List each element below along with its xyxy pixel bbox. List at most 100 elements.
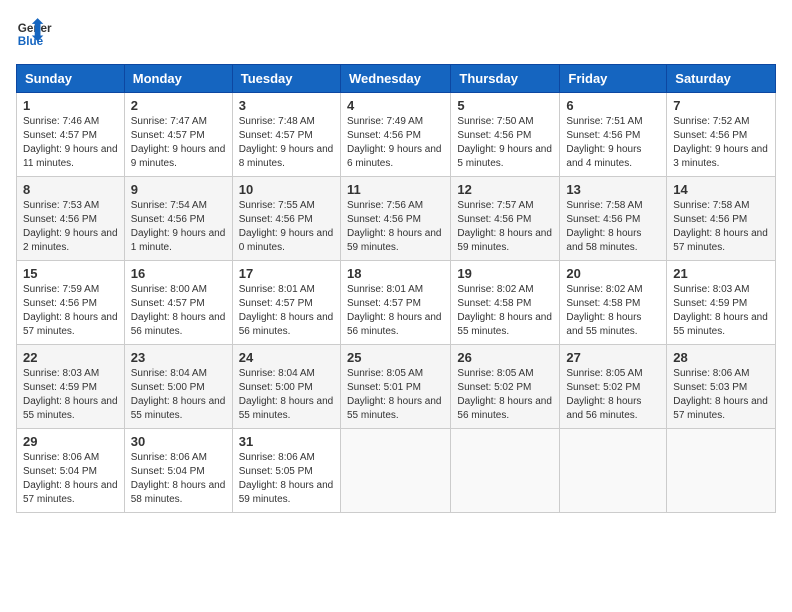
- day-number: 29: [23, 434, 118, 449]
- day-cell: [340, 429, 450, 513]
- day-cell: 26 Sunrise: 8:05 AM Sunset: 5:02 PM Dayl…: [451, 345, 560, 429]
- day-number: 10: [239, 182, 334, 197]
- day-info: Sunrise: 8:04 AM Sunset: 5:00 PM Dayligh…: [239, 367, 334, 423]
- day-info: Sunrise: 8:06 AM Sunset: 5:05 PM Dayligh…: [239, 451, 334, 507]
- day-cell: 18 Sunrise: 8:01 AM Sunset: 4:57 PM Dayl…: [340, 261, 450, 345]
- day-cell: 4 Sunrise: 7:49 AM Sunset: 4:56 PM Dayli…: [340, 93, 450, 177]
- day-info: Sunrise: 7:58 AM Sunset: 4:56 PM Dayligh…: [673, 199, 769, 255]
- day-cell: 12 Sunrise: 7:57 AM Sunset: 4:56 PM Dayl…: [451, 177, 560, 261]
- day-number: 17: [239, 266, 334, 281]
- weekday-header-friday: Friday: [560, 65, 667, 93]
- week-row-1: 1 Sunrise: 7:46 AM Sunset: 4:57 PM Dayli…: [17, 93, 776, 177]
- day-cell: 10 Sunrise: 7:55 AM Sunset: 4:56 PM Dayl…: [232, 177, 340, 261]
- weekday-header-tuesday: Tuesday: [232, 65, 340, 93]
- day-cell: [451, 429, 560, 513]
- day-info: Sunrise: 8:04 AM Sunset: 5:00 PM Dayligh…: [131, 367, 226, 423]
- day-info: Sunrise: 7:51 AM Sunset: 4:56 PM Dayligh…: [566, 115, 660, 171]
- day-cell: 5 Sunrise: 7:50 AM Sunset: 4:56 PM Dayli…: [451, 93, 560, 177]
- day-info: Sunrise: 8:02 AM Sunset: 4:58 PM Dayligh…: [566, 283, 660, 339]
- day-number: 20: [566, 266, 660, 281]
- day-info: Sunrise: 7:56 AM Sunset: 4:56 PM Dayligh…: [347, 199, 444, 255]
- day-number: 28: [673, 350, 769, 365]
- day-number: 14: [673, 182, 769, 197]
- weekday-header-thursday: Thursday: [451, 65, 560, 93]
- day-info: Sunrise: 7:46 AM Sunset: 4:57 PM Dayligh…: [23, 115, 118, 171]
- day-number: 23: [131, 350, 226, 365]
- day-number: 31: [239, 434, 334, 449]
- day-number: 16: [131, 266, 226, 281]
- day-cell: 13 Sunrise: 7:58 AM Sunset: 4:56 PM Dayl…: [560, 177, 667, 261]
- day-number: 7: [673, 98, 769, 113]
- day-info: Sunrise: 8:06 AM Sunset: 5:03 PM Dayligh…: [673, 367, 769, 423]
- day-number: 4: [347, 98, 444, 113]
- day-number: 26: [457, 350, 553, 365]
- day-cell: 16 Sunrise: 8:00 AM Sunset: 4:57 PM Dayl…: [124, 261, 232, 345]
- week-row-3: 15 Sunrise: 7:59 AM Sunset: 4:56 PM Dayl…: [17, 261, 776, 345]
- day-cell: [667, 429, 776, 513]
- day-cell: 29 Sunrise: 8:06 AM Sunset: 5:04 PM Dayl…: [17, 429, 125, 513]
- day-cell: 6 Sunrise: 7:51 AM Sunset: 4:56 PM Dayli…: [560, 93, 667, 177]
- day-number: 30: [131, 434, 226, 449]
- day-cell: 1 Sunrise: 7:46 AM Sunset: 4:57 PM Dayli…: [17, 93, 125, 177]
- day-info: Sunrise: 8:02 AM Sunset: 4:58 PM Dayligh…: [457, 283, 553, 339]
- day-info: Sunrise: 7:59 AM Sunset: 4:56 PM Dayligh…: [23, 283, 118, 339]
- day-number: 19: [457, 266, 553, 281]
- day-info: Sunrise: 8:05 AM Sunset: 5:02 PM Dayligh…: [566, 367, 660, 423]
- day-info: Sunrise: 7:50 AM Sunset: 4:56 PM Dayligh…: [457, 115, 553, 171]
- day-info: Sunrise: 7:54 AM Sunset: 4:56 PM Dayligh…: [131, 199, 226, 255]
- day-cell: 19 Sunrise: 8:02 AM Sunset: 4:58 PM Dayl…: [451, 261, 560, 345]
- day-cell: 24 Sunrise: 8:04 AM Sunset: 5:00 PM Dayl…: [232, 345, 340, 429]
- day-info: Sunrise: 8:06 AM Sunset: 5:04 PM Dayligh…: [131, 451, 226, 507]
- day-number: 24: [239, 350, 334, 365]
- day-cell: 7 Sunrise: 7:52 AM Sunset: 4:56 PM Dayli…: [667, 93, 776, 177]
- day-number: 12: [457, 182, 553, 197]
- day-info: Sunrise: 8:03 AM Sunset: 4:59 PM Dayligh…: [673, 283, 769, 339]
- day-info: Sunrise: 7:55 AM Sunset: 4:56 PM Dayligh…: [239, 199, 334, 255]
- day-info: Sunrise: 7:49 AM Sunset: 4:56 PM Dayligh…: [347, 115, 444, 171]
- week-row-4: 22 Sunrise: 8:03 AM Sunset: 4:59 PM Dayl…: [17, 345, 776, 429]
- day-info: Sunrise: 8:05 AM Sunset: 5:01 PM Dayligh…: [347, 367, 444, 423]
- day-cell: 14 Sunrise: 7:58 AM Sunset: 4:56 PM Dayl…: [667, 177, 776, 261]
- day-number: 15: [23, 266, 118, 281]
- weekday-header-row: SundayMondayTuesdayWednesdayThursdayFrid…: [17, 65, 776, 93]
- day-cell: 9 Sunrise: 7:54 AM Sunset: 4:56 PM Dayli…: [124, 177, 232, 261]
- day-number: 25: [347, 350, 444, 365]
- day-cell: 22 Sunrise: 8:03 AM Sunset: 4:59 PM Dayl…: [17, 345, 125, 429]
- day-number: 21: [673, 266, 769, 281]
- weekday-header-wednesday: Wednesday: [340, 65, 450, 93]
- day-cell: [560, 429, 667, 513]
- logo-icon: General Blue: [16, 16, 52, 52]
- day-cell: 23 Sunrise: 8:04 AM Sunset: 5:00 PM Dayl…: [124, 345, 232, 429]
- day-info: Sunrise: 8:06 AM Sunset: 5:04 PM Dayligh…: [23, 451, 118, 507]
- day-number: 13: [566, 182, 660, 197]
- week-row-5: 29 Sunrise: 8:06 AM Sunset: 5:04 PM Dayl…: [17, 429, 776, 513]
- week-row-2: 8 Sunrise: 7:53 AM Sunset: 4:56 PM Dayli…: [17, 177, 776, 261]
- day-number: 27: [566, 350, 660, 365]
- day-number: 8: [23, 182, 118, 197]
- day-cell: 17 Sunrise: 8:01 AM Sunset: 4:57 PM Dayl…: [232, 261, 340, 345]
- day-info: Sunrise: 8:03 AM Sunset: 4:59 PM Dayligh…: [23, 367, 118, 423]
- day-number: 1: [23, 98, 118, 113]
- day-info: Sunrise: 7:47 AM Sunset: 4:57 PM Dayligh…: [131, 115, 226, 171]
- page-header: General Blue: [16, 16, 776, 52]
- day-cell: 20 Sunrise: 8:02 AM Sunset: 4:58 PM Dayl…: [560, 261, 667, 345]
- day-info: Sunrise: 8:01 AM Sunset: 4:57 PM Dayligh…: [347, 283, 444, 339]
- calendar-table: SundayMondayTuesdayWednesdayThursdayFrid…: [16, 64, 776, 513]
- day-number: 2: [131, 98, 226, 113]
- day-number: 6: [566, 98, 660, 113]
- day-cell: 27 Sunrise: 8:05 AM Sunset: 5:02 PM Dayl…: [560, 345, 667, 429]
- day-cell: 2 Sunrise: 7:47 AM Sunset: 4:57 PM Dayli…: [124, 93, 232, 177]
- day-cell: 8 Sunrise: 7:53 AM Sunset: 4:56 PM Dayli…: [17, 177, 125, 261]
- day-cell: 25 Sunrise: 8:05 AM Sunset: 5:01 PM Dayl…: [340, 345, 450, 429]
- day-info: Sunrise: 8:00 AM Sunset: 4:57 PM Dayligh…: [131, 283, 226, 339]
- day-number: 22: [23, 350, 118, 365]
- day-info: Sunrise: 7:57 AM Sunset: 4:56 PM Dayligh…: [457, 199, 553, 255]
- day-number: 11: [347, 182, 444, 197]
- day-cell: 15 Sunrise: 7:59 AM Sunset: 4:56 PM Dayl…: [17, 261, 125, 345]
- day-info: Sunrise: 7:58 AM Sunset: 4:56 PM Dayligh…: [566, 199, 660, 255]
- day-number: 3: [239, 98, 334, 113]
- day-cell: 28 Sunrise: 8:06 AM Sunset: 5:03 PM Dayl…: [667, 345, 776, 429]
- day-number: 9: [131, 182, 226, 197]
- day-info: Sunrise: 8:01 AM Sunset: 4:57 PM Dayligh…: [239, 283, 334, 339]
- day-cell: 21 Sunrise: 8:03 AM Sunset: 4:59 PM Dayl…: [667, 261, 776, 345]
